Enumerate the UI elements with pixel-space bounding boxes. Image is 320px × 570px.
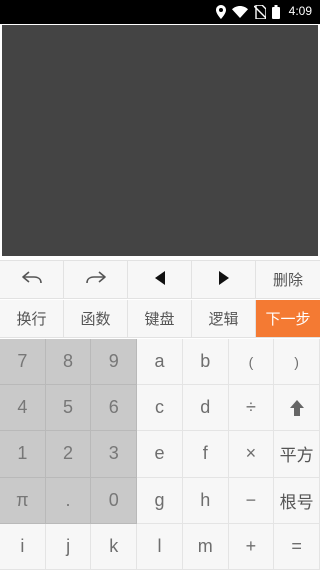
key-1[interactable]: 1 xyxy=(0,431,46,478)
key-m[interactable]: m xyxy=(182,523,229,570)
undo-button[interactable] xyxy=(0,261,64,298)
status-icons xyxy=(216,4,280,20)
mode-logic[interactable]: 逻辑 xyxy=(192,300,256,337)
status-time: 4:09 xyxy=(288,4,312,18)
key-3[interactable]: 3 xyxy=(91,431,138,478)
location-icon xyxy=(216,5,226,19)
key-square[interactable]: 平方 xyxy=(274,431,320,478)
key-j[interactable]: j xyxy=(45,523,92,570)
key-equals[interactable]: = xyxy=(274,523,320,570)
key-2[interactable]: 2 xyxy=(45,431,92,478)
key-pi[interactable]: π xyxy=(0,477,46,524)
key-dot[interactable]: . xyxy=(45,477,92,524)
key-multiply[interactable]: × xyxy=(228,431,275,478)
key-sqrt[interactable]: 根号 xyxy=(274,477,320,524)
undo-icon xyxy=(21,270,43,290)
key-l[interactable]: l xyxy=(137,523,183,570)
key-power[interactable] xyxy=(274,385,320,432)
key-5[interactable]: 5 xyxy=(45,385,92,432)
key-f[interactable]: f xyxy=(182,431,229,478)
delete-button[interactable]: 删除 xyxy=(256,261,320,298)
mode-function[interactable]: 函数 xyxy=(64,300,128,337)
mode-newline[interactable]: 换行 xyxy=(0,300,64,337)
key-4[interactable]: 4 xyxy=(0,385,46,432)
key-close-paren[interactable]: ) xyxy=(274,339,320,386)
mode-keyboard[interactable]: 键盘 xyxy=(128,300,192,337)
key-b[interactable]: b xyxy=(182,339,229,386)
triangle-right-icon xyxy=(218,270,229,289)
key-divide[interactable]: ÷ xyxy=(228,385,275,432)
key-e[interactable]: e xyxy=(137,431,183,478)
key-open-paren[interactable]: ( xyxy=(228,339,275,386)
key-h[interactable]: h xyxy=(182,477,229,524)
key-k[interactable]: k xyxy=(91,523,138,570)
cursor-right-button[interactable] xyxy=(192,261,256,298)
key-8[interactable]: 8 xyxy=(45,339,92,386)
redo-button[interactable] xyxy=(64,261,128,298)
key-6[interactable]: 6 xyxy=(91,385,138,432)
mode-toolbar: 换行 函数 键盘 逻辑 下一步 xyxy=(0,300,320,338)
triangle-left-icon xyxy=(154,270,165,289)
key-c[interactable]: c xyxy=(137,385,183,432)
redo-icon xyxy=(85,270,107,290)
no-sim-icon xyxy=(254,5,266,19)
key-minus[interactable]: − xyxy=(228,477,275,524)
key-plus[interactable]: + xyxy=(228,523,275,570)
keypad: 7 8 9 a b ( ) 4 5 6 c d ÷ 1 2 3 e f × 平方… xyxy=(0,339,320,570)
cursor-left-button[interactable] xyxy=(128,261,192,298)
battery-icon xyxy=(272,5,280,19)
key-7[interactable]: 7 xyxy=(0,339,46,386)
wifi-icon xyxy=(232,6,248,18)
key-i[interactable]: i xyxy=(0,523,46,570)
edit-toolbar: 删除 xyxy=(0,260,320,299)
key-d[interactable]: d xyxy=(182,385,229,432)
next-step-button[interactable]: 下一步 xyxy=(256,300,320,337)
key-0[interactable]: 0 xyxy=(91,477,138,524)
key-g[interactable]: g xyxy=(137,477,183,524)
key-a[interactable]: a xyxy=(137,339,183,386)
key-9[interactable]: 9 xyxy=(91,339,138,386)
editor-display[interactable] xyxy=(2,25,318,256)
up-arrow-icon xyxy=(289,399,304,416)
status-bar: 4:09 xyxy=(0,0,320,24)
